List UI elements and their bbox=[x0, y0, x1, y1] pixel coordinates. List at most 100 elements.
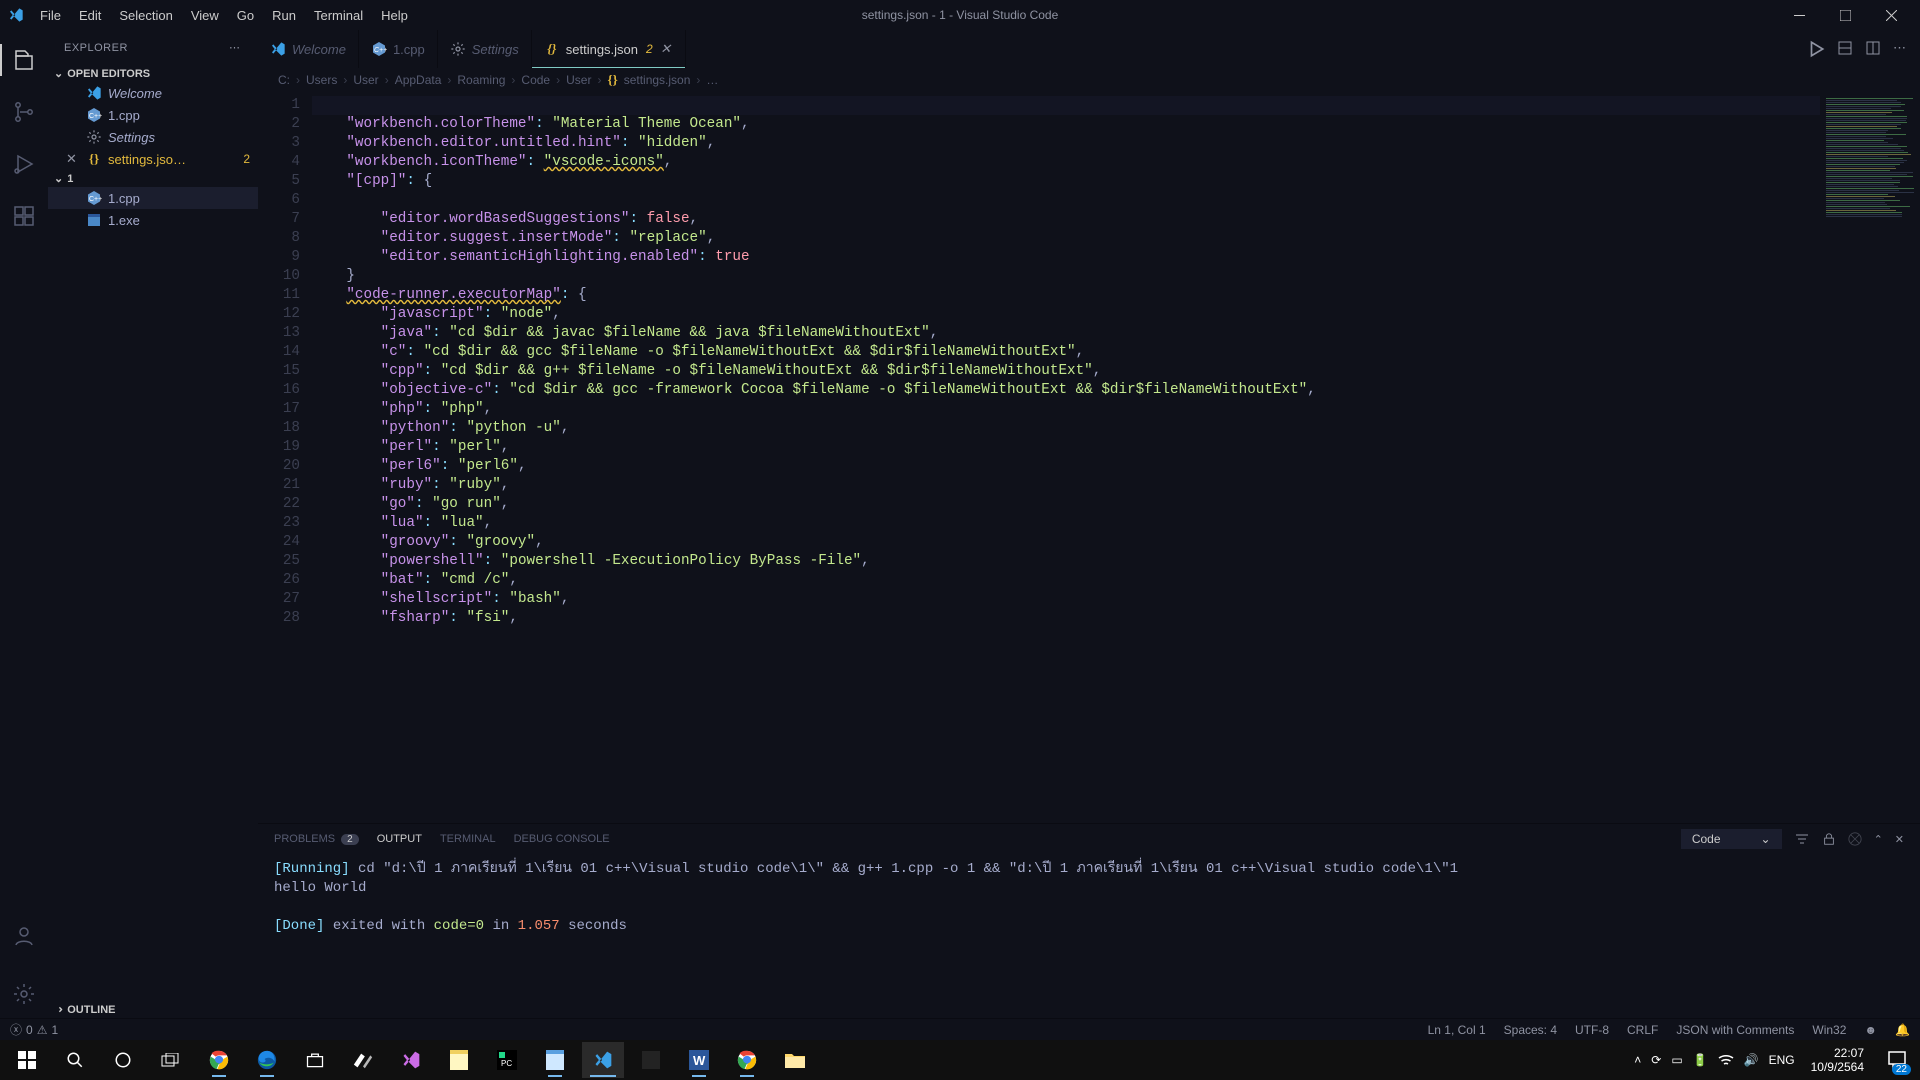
output-channel-select[interactable]: Code ⌄ bbox=[1681, 829, 1782, 849]
breadcrumb-segment[interactable]: Code bbox=[521, 73, 550, 87]
run-icon[interactable] bbox=[1807, 40, 1825, 58]
breadcrumb-segment[interactable]: User bbox=[566, 73, 591, 87]
menu-run[interactable]: Run bbox=[264, 4, 304, 27]
activity-source-control[interactable] bbox=[0, 88, 48, 136]
breadcrumb-segment[interactable]: AppData bbox=[395, 73, 442, 87]
activity-account[interactable] bbox=[0, 912, 48, 960]
taskbar-notepad2[interactable] bbox=[534, 1042, 576, 1078]
split-right-icon[interactable] bbox=[1865, 40, 1881, 58]
search-button[interactable] bbox=[54, 1042, 96, 1078]
menu-file[interactable]: File bbox=[32, 4, 69, 27]
taskbar-chrome[interactable] bbox=[198, 1042, 240, 1078]
activity-explorer[interactable] bbox=[0, 36, 48, 84]
status-language[interactable]: JSON with Comments bbox=[1676, 1023, 1794, 1037]
editor-tab[interactable]: {}settings.json2✕ bbox=[532, 30, 686, 68]
menu-edit[interactable]: Edit bbox=[71, 4, 109, 27]
lock-icon[interactable] bbox=[1822, 832, 1836, 846]
breadcrumb-segment[interactable]: User bbox=[353, 73, 378, 87]
taskbar-chrome2[interactable] bbox=[726, 1042, 768, 1078]
clear-icon[interactable] bbox=[1848, 832, 1862, 846]
taskbar-edge[interactable] bbox=[246, 1042, 288, 1078]
taskbar-blank[interactable] bbox=[630, 1042, 672, 1078]
open-editors-section[interactable]: ⌄ OPEN EDITORS bbox=[48, 65, 258, 82]
json-icon: {} bbox=[544, 41, 560, 57]
tray-sync-icon[interactable]: ⟳ bbox=[1651, 1053, 1661, 1067]
open-editor-item[interactable]: ✕{}settings.jso…2 bbox=[48, 148, 258, 170]
close-window-button[interactable] bbox=[1868, 0, 1914, 30]
folder-file-item[interactable]: 1.exe bbox=[48, 209, 258, 231]
taskbar-pycharm[interactable]: PC bbox=[486, 1042, 528, 1078]
task-view-button[interactable] bbox=[150, 1042, 192, 1078]
output-body[interactable]: [Running] cd "d:\ปี 1 ภาคเรียนที่ 1\เรีย… bbox=[258, 854, 1920, 1018]
explorer-more-icon[interactable]: ⋯ bbox=[229, 41, 242, 54]
status-spaces[interactable]: Spaces: 4 bbox=[1504, 1023, 1557, 1037]
status-feedback-icon[interactable]: ☻ bbox=[1864, 1023, 1877, 1037]
taskbar-store[interactable] bbox=[294, 1042, 336, 1078]
filter-icon[interactable] bbox=[1794, 831, 1810, 847]
tray-wifi-icon[interactable] bbox=[1718, 1054, 1734, 1066]
menu-help[interactable]: Help bbox=[373, 4, 416, 27]
activity-run-debug[interactable] bbox=[0, 140, 48, 188]
taskbar-word[interactable]: W bbox=[678, 1042, 720, 1078]
status-os[interactable]: Win32 bbox=[1812, 1023, 1846, 1037]
breadcrumb-segment[interactable]: C: bbox=[278, 73, 290, 87]
tray-notifications[interactable]: 22 bbox=[1880, 1042, 1914, 1078]
menu-go[interactable]: Go bbox=[229, 4, 262, 27]
activity-settings[interactable] bbox=[0, 970, 48, 1018]
close-panel-icon[interactable]: ✕ bbox=[1895, 833, 1904, 846]
breadcrumb-segment[interactable]: Roaming bbox=[457, 73, 505, 87]
svg-text:C++: C++ bbox=[89, 113, 102, 120]
taskbar-books[interactable] bbox=[342, 1042, 384, 1078]
open-editor-item[interactable]: Welcome bbox=[48, 82, 258, 104]
open-editor-item[interactable]: Settings bbox=[48, 126, 258, 148]
folder-file-item[interactable]: C++1.cpp bbox=[48, 187, 258, 209]
minimize-button[interactable] bbox=[1776, 0, 1822, 30]
taskbar-vscode[interactable] bbox=[582, 1042, 624, 1078]
menu-terminal[interactable]: Terminal bbox=[306, 4, 371, 27]
menu-selection[interactable]: Selection bbox=[111, 4, 180, 27]
split-down-icon[interactable] bbox=[1837, 40, 1853, 58]
taskbar-vs[interactable] bbox=[390, 1042, 432, 1078]
tray-clock[interactable]: 22:07 10/9/2564 bbox=[1805, 1046, 1870, 1074]
editor-tab[interactable]: C++1.cpp bbox=[359, 30, 438, 68]
more-icon[interactable]: ⋯ bbox=[1893, 40, 1908, 58]
editor-tab[interactable]: Settings bbox=[438, 30, 532, 68]
tray-battery-icon[interactable]: 🔋 bbox=[1693, 1053, 1708, 1067]
status-problems[interactable]: ⓧ0 ⚠1 bbox=[10, 1021, 58, 1038]
panel-tab-terminal[interactable]: TERMINAL bbox=[440, 833, 496, 845]
breadcrumbs[interactable]: C:›Users›User›AppData›Roaming›Code›User›… bbox=[258, 68, 1920, 92]
breadcrumb-segment[interactable]: settings.json bbox=[624, 73, 691, 87]
editor-tab[interactable]: Welcome bbox=[258, 30, 359, 68]
status-encoding[interactable]: UTF-8 bbox=[1575, 1023, 1609, 1037]
cpp-icon: C++ bbox=[371, 41, 387, 57]
menu-view[interactable]: View bbox=[183, 4, 227, 27]
panel-tab-output[interactable]: OUTPUT bbox=[377, 833, 422, 845]
code-editor[interactable]: |{ "workbench.colorTheme": "Material The… bbox=[312, 92, 1820, 823]
close-icon[interactable]: ✕ bbox=[659, 42, 673, 56]
status-ln-col[interactable]: Ln 1, Col 1 bbox=[1428, 1023, 1486, 1037]
breadcrumb-segment[interactable]: Users bbox=[306, 73, 337, 87]
cortana-button[interactable] bbox=[102, 1042, 144, 1078]
breadcrumb-segment[interactable]: … bbox=[706, 73, 718, 87]
panel-tab-problems[interactable]: PROBLEMS 2 bbox=[274, 833, 359, 845]
close-icon[interactable]: ✕ bbox=[66, 151, 80, 167]
tray-volume-icon[interactable]: 🔊 bbox=[1744, 1053, 1759, 1067]
minimap[interactable] bbox=[1820, 92, 1920, 823]
taskbar-notepad1[interactable] bbox=[438, 1042, 480, 1078]
start-button[interactable] bbox=[6, 1042, 48, 1078]
tray-chevron-icon[interactable]: ˄ bbox=[1634, 1053, 1641, 1067]
tray-meet-icon[interactable]: ▭ bbox=[1671, 1053, 1682, 1067]
tray-language[interactable]: ENG bbox=[1769, 1053, 1795, 1067]
chevron-right-icon: › bbox=[447, 73, 451, 87]
outline-section[interactable]: ⌄ OUTLINE bbox=[48, 1001, 258, 1018]
maximize-button[interactable] bbox=[1822, 0, 1868, 30]
folder-section[interactable]: ⌄ 1 bbox=[48, 170, 258, 187]
window-title: settings.json - 1 - Visual Studio Code bbox=[862, 8, 1059, 22]
status-eol[interactable]: CRLF bbox=[1627, 1023, 1658, 1037]
taskbar-explorer[interactable] bbox=[774, 1042, 816, 1078]
panel-tab-debug-console[interactable]: DEBUG CONSOLE bbox=[514, 833, 610, 845]
activity-extensions[interactable] bbox=[0, 192, 48, 240]
chevron-up-icon[interactable]: ⌃ bbox=[1874, 833, 1883, 846]
status-bell-icon[interactable]: 🔔 bbox=[1895, 1023, 1910, 1037]
open-editor-item[interactable]: C++1.cpp bbox=[48, 104, 258, 126]
